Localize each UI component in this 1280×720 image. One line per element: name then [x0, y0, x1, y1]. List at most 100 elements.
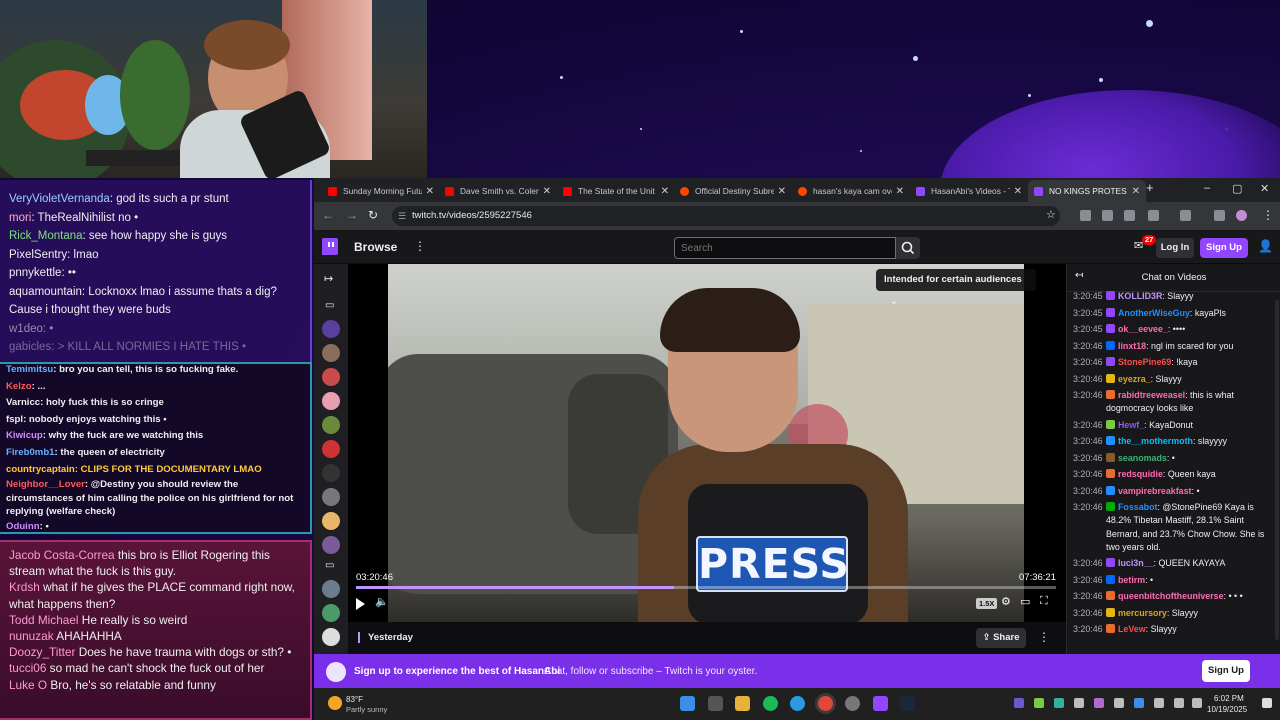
browser-tab[interactable]: The State of the Unit ✕	[557, 180, 675, 202]
wifi-icon[interactable]	[1174, 698, 1184, 708]
followed-channel-avatar[interactable]	[322, 512, 340, 530]
followed-channel-avatar[interactable]	[322, 536, 340, 554]
browser-menu-icon[interactable]: ⋮	[1262, 208, 1274, 222]
tray-icon[interactable]	[1134, 698, 1144, 708]
close-tab-icon[interactable]: ✕	[896, 186, 904, 197]
start-menu-icon[interactable]	[680, 696, 695, 711]
browser-tab[interactable]: hasan's kaya cam ove ✕	[792, 180, 910, 202]
login-button[interactable]: Log In	[1156, 238, 1194, 258]
chat-username[interactable]: LeVew	[1118, 624, 1146, 634]
close-tab-icon[interactable]: ✕	[426, 186, 434, 197]
clock-time[interactable]: 6:02 PM	[1214, 694, 1244, 703]
chat-username[interactable]: ok__eevee_	[1118, 324, 1168, 334]
chat-username[interactable]: linxt18	[1118, 341, 1146, 351]
fullscreen-icon[interactable]: ⛶	[1040, 595, 1048, 608]
tray-icon[interactable]	[1154, 698, 1164, 708]
spotify-icon[interactable]	[763, 696, 778, 711]
recommended-channel-avatar[interactable]	[322, 628, 340, 646]
twitch-logo-icon[interactable]	[322, 238, 338, 255]
chat-username[interactable]: rabidtreeweasel	[1118, 390, 1185, 400]
close-tab-icon[interactable]: ✕	[543, 186, 551, 197]
browser-tab[interactable]: Official Destiny Subre ✕	[674, 180, 792, 202]
chat-username[interactable]: redsquidie	[1118, 469, 1163, 479]
close-tab-icon[interactable]: ✕	[661, 186, 669, 197]
clock-date[interactable]: 10/19/2025	[1207, 705, 1247, 714]
extension-icon[interactable]	[1124, 210, 1135, 221]
browser-tab-active[interactable]: NO KINGS PROTES ✕	[1028, 180, 1146, 202]
media-icon[interactable]	[1214, 210, 1225, 221]
play-button[interactable]	[356, 598, 365, 610]
chat-username[interactable]: betirm	[1118, 575, 1145, 585]
search-input[interactable]	[674, 237, 896, 259]
followed-channel-avatar[interactable]	[322, 344, 340, 362]
chat-scrollbar[interactable]	[1275, 300, 1279, 640]
back-icon[interactable]: ←	[322, 208, 334, 222]
chat-username[interactable]: eyezra_	[1118, 374, 1151, 384]
chrome-icon[interactable]	[818, 696, 833, 711]
followed-channel-avatar[interactable]	[322, 464, 340, 482]
collapse-chat-icon[interactable]: ↤	[1075, 270, 1083, 281]
extension-icon[interactable]	[1080, 210, 1091, 221]
browser-tab[interactable]: Sunday Morning Futu ✕	[322, 180, 440, 202]
user-menu-icon[interactable]: 👤	[1258, 239, 1273, 253]
chat-username[interactable]: AnotherWiseGuy	[1118, 308, 1190, 318]
share-button[interactable]: ⇪ Share	[976, 628, 1026, 648]
reload-icon[interactable]: ↻	[368, 208, 378, 222]
new-tab-button[interactable]: +	[1146, 180, 1154, 195]
weather-temperature[interactable]: 83°F	[346, 695, 363, 704]
forward-icon[interactable]: →	[346, 208, 358, 222]
cast-icon[interactable]	[1180, 210, 1191, 221]
tray-icon[interactable]	[1034, 698, 1044, 708]
content-classification-dropdown[interactable]: Intended for certain audiences ⌄	[876, 269, 1036, 307]
search-button[interactable]	[896, 237, 920, 259]
close-window-button[interactable]: ✕	[1260, 182, 1269, 195]
promo-signup-button[interactable]: Sign Up	[1202, 660, 1250, 682]
more-menu-icon[interactable]: ⋮	[414, 239, 426, 253]
chat-username[interactable]: StonePine69	[1118, 357, 1171, 367]
weather-description[interactable]: Partly sunny	[346, 705, 387, 714]
followed-channel-avatar[interactable]	[322, 488, 340, 506]
theatre-mode-icon[interactable]: ▭	[1020, 595, 1030, 608]
app-icon[interactable]	[873, 696, 888, 711]
chat-username[interactable]: Hewf_	[1118, 420, 1144, 430]
followed-channel-avatar[interactable]	[322, 320, 340, 338]
close-tab-icon[interactable]: ✕	[1132, 186, 1140, 197]
volume-tray-icon[interactable]	[1192, 698, 1202, 708]
chat-username[interactable]: mercursory	[1118, 608, 1167, 618]
file-explorer-icon[interactable]	[735, 696, 750, 711]
browser-tab[interactable]: Dave Smith vs. Colem ✕	[439, 180, 557, 202]
volume-icon[interactable]: 🔈	[375, 595, 389, 608]
url-input[interactable]: ☰ twitch.tv/videos/2595227546	[392, 206, 1060, 226]
browser-tab[interactable]: HasanAbi's Videos - T ✕	[910, 180, 1028, 202]
followed-channel-avatar[interactable]	[322, 440, 340, 458]
close-tab-icon[interactable]: ✕	[1014, 186, 1022, 197]
expand-sidebar-icon[interactable]: ↦	[324, 272, 333, 285]
followed-channel-avatar[interactable]	[322, 416, 340, 434]
video-player[interactable]: PRESS Intended for certain audiences ⌄ 0…	[348, 264, 1066, 622]
obs-icon[interactable]	[845, 696, 860, 711]
followed-channel-avatar[interactable]	[322, 368, 340, 386]
notification-center-icon[interactable]	[1262, 698, 1272, 708]
signup-button[interactable]: Sign Up	[1200, 238, 1248, 258]
followed-channel-avatar[interactable]	[322, 392, 340, 410]
chat-username[interactable]: vampirebreakfast	[1118, 486, 1192, 496]
tray-icon[interactable]	[1114, 698, 1124, 708]
extension-icon[interactable]	[1102, 210, 1113, 221]
chat-username[interactable]: seanomads	[1118, 453, 1167, 463]
recommended-channel-avatar[interactable]	[322, 580, 340, 598]
chat-username[interactable]: Fossabot	[1118, 502, 1157, 512]
recommended-channel-avatar[interactable]	[322, 604, 340, 622]
tray-icon[interactable]	[1014, 698, 1024, 708]
seek-bar[interactable]	[356, 586, 1056, 589]
chat-username[interactable]: queenbitchoftheuniverse	[1118, 591, 1224, 601]
close-tab-icon[interactable]: ✕	[778, 186, 786, 197]
bookmark-star-icon[interactable]: ☆	[1046, 208, 1056, 221]
steam-icon[interactable]	[900, 696, 915, 711]
minimize-button[interactable]: –	[1204, 182, 1210, 194]
edge-icon[interactable]	[790, 696, 805, 711]
site-info-icon[interactable]: ☰	[398, 206, 406, 226]
settings-gear-icon[interactable]: ⚙	[1001, 595, 1011, 608]
chat-username[interactable]: luci3n__	[1118, 558, 1154, 568]
chat-username[interactable]: the__mothermoth	[1118, 436, 1193, 446]
maximize-button[interactable]: ▢	[1232, 182, 1242, 195]
